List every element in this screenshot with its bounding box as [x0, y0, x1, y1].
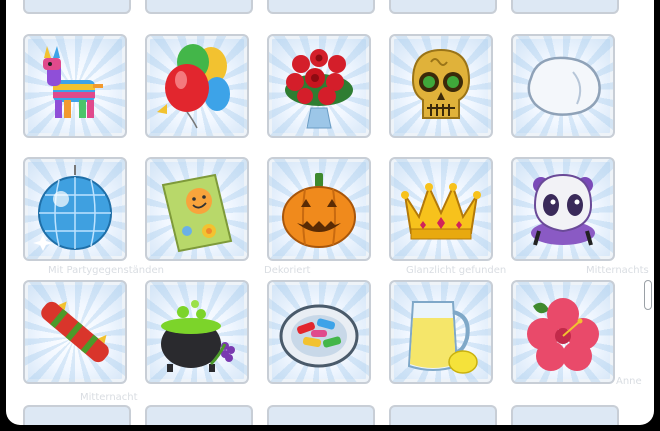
vertical-scrollbar[interactable] — [642, 0, 654, 425]
partial-tile-top[interactable] — [389, 0, 497, 14]
partial-tile-bottom[interactable] — [267, 405, 375, 425]
reward-tile-ghost-mask[interactable] — [511, 157, 615, 261]
reward-tile-balloons[interactable] — [145, 34, 249, 138]
balloons-icon — [157, 44, 230, 129]
pinata-icon — [43, 46, 103, 118]
cracker-icon — [41, 301, 109, 363]
background-label: Anne — [616, 376, 642, 387]
cauldron-icon — [161, 300, 235, 372]
reward-tile-candy-plate[interactable] — [267, 280, 371, 384]
pillow-icon — [527, 56, 601, 116]
partial-tile-top[interactable] — [23, 0, 131, 14]
partial-tile-bottom[interactable] — [511, 405, 619, 425]
ghost-mask-icon — [531, 173, 595, 246]
jack-o-lantern-icon — [282, 173, 356, 248]
reward-tile-hibiscus[interactable] — [511, 280, 615, 384]
background-label: Glanzlicht gefunden — [406, 265, 507, 276]
background-label: Mitternachts — [586, 265, 649, 276]
hibiscus-icon — [527, 298, 599, 371]
sugar-skull-icon — [411, 48, 471, 119]
background-label: Dekoriert — [264, 265, 311, 276]
roses-icon — [285, 49, 353, 129]
reward-tile-cauldron[interactable] — [145, 280, 249, 384]
reward-tile-lemonade[interactable] — [389, 280, 493, 384]
partial-tile-bottom[interactable] — [23, 405, 131, 425]
crown-icon — [401, 183, 481, 240]
reward-tile-roses[interactable] — [267, 34, 371, 138]
reward-tile-jack-o-lantern[interactable] — [267, 157, 371, 261]
reward-tile-pinata[interactable] — [23, 34, 127, 138]
reward-tile-disco-ball[interactable] — [23, 157, 127, 261]
partial-tile-bottom[interactable] — [145, 405, 253, 425]
reward-tile-greeting-card[interactable] — [145, 157, 249, 261]
disco-ball-icon — [33, 165, 112, 251]
partial-tile-bottom[interactable] — [389, 405, 497, 425]
background-label: Mitternacht — [80, 392, 138, 403]
reward-tile-cracker[interactable] — [23, 280, 127, 384]
partial-tile-top[interactable] — [511, 0, 619, 14]
background-label: Mit Partygegenständen — [48, 265, 164, 276]
reward-tile-crown[interactable] — [389, 157, 493, 261]
candy-plate-icon — [279, 304, 359, 368]
reward-grid-panel: Mit Partygegenständen Dekoriert Glanzlic… — [6, 0, 654, 425]
lemonade-icon — [407, 301, 478, 374]
reward-tile-pillow[interactable] — [511, 34, 615, 138]
reward-tile-sugar-skull[interactable] — [389, 34, 493, 138]
partial-tile-top[interactable] — [145, 0, 253, 14]
scrollbar-thumb[interactable] — [644, 280, 652, 310]
partial-tile-top[interactable] — [267, 0, 375, 14]
greeting-card-icon — [161, 173, 233, 253]
